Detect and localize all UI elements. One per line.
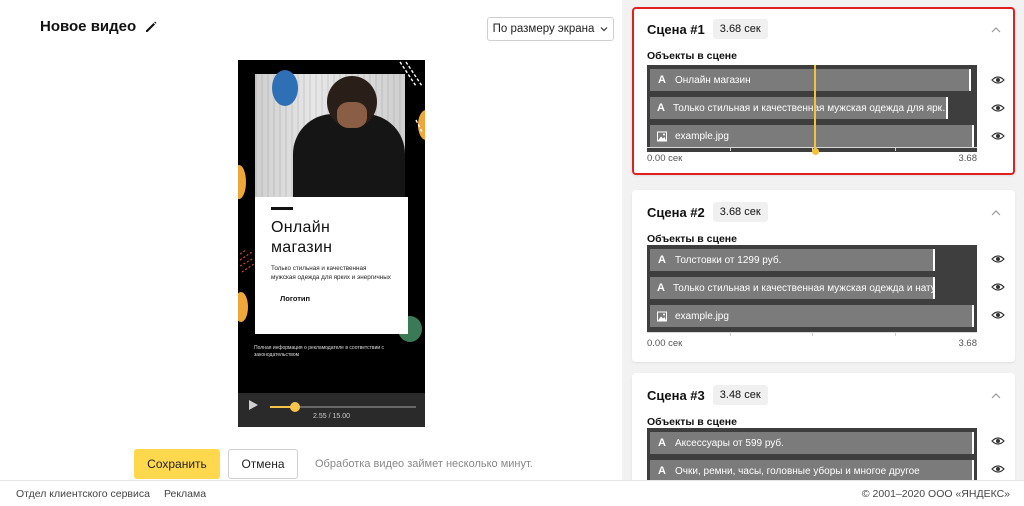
card-subtitle: Только стильная и качественная мужская о… xyxy=(271,265,391,281)
scale-start: 0.00 сек xyxy=(647,153,683,164)
cancel-button[interactable]: Отмена xyxy=(228,449,298,479)
eye-icon[interactable] xyxy=(991,131,1005,141)
objects-label: Объекты в сцене xyxy=(647,233,737,245)
objects-label: Объекты в сцене xyxy=(647,50,737,62)
play-icon[interactable] xyxy=(248,400,258,410)
scale-tick xyxy=(729,148,731,151)
white-dashes-decor xyxy=(399,61,423,133)
layer-label: Онлайн магазин xyxy=(675,74,751,86)
scene-duration: 3.68 сек xyxy=(712,19,768,39)
fit-select[interactable]: По размеру экрана xyxy=(487,17,614,41)
layer-label: example.jpg xyxy=(675,130,729,142)
orange-blob-left xyxy=(238,165,246,199)
scale-end: 3.68 xyxy=(958,338,978,349)
scale-start: 0.00 сек xyxy=(647,338,683,349)
playhead-handle[interactable] xyxy=(811,148,819,155)
timeline-layer[interactable]: example.jpg xyxy=(650,305,974,327)
scale-tick xyxy=(729,333,731,336)
text-icon: A xyxy=(657,282,665,294)
fit-select-value: По размеру экрана xyxy=(492,23,595,35)
processing-hint: Обработка видео займет несколько минут. xyxy=(315,458,533,470)
timeline-layer[interactable]: A Только стильная и качественная мужская… xyxy=(650,277,936,299)
timeline-layer[interactable]: A Аксессуары от 599 руб. xyxy=(650,432,974,454)
footer-link-support[interactable]: Отдел клиентского сервиса xyxy=(16,488,150,500)
text-icon: A xyxy=(658,74,666,86)
footer-copyright: © 2001–2020 ООО «ЯНДЕКС» xyxy=(861,488,1010,500)
footer-link-ads[interactable]: Реклама xyxy=(164,488,206,500)
scale-tick xyxy=(812,333,813,336)
title-row: Новое видео xyxy=(40,18,158,35)
eye-icon[interactable] xyxy=(991,282,1005,292)
eye-icon[interactable] xyxy=(991,436,1005,446)
pencil-icon[interactable] xyxy=(144,20,158,34)
objects-label: Объекты в сцене xyxy=(647,416,737,428)
progress-track[interactable] xyxy=(270,402,416,412)
scene-timeline: A Онлайн магазин A Только стильная и кач… xyxy=(647,65,977,152)
eye-icon[interactable] xyxy=(991,464,1005,474)
scene-card-2[interactable]: Сцена #2 3.68 сек Объекты в сцене A Толс… xyxy=(632,190,1015,362)
scale-tick xyxy=(894,333,896,336)
timeline-layer[interactable]: example.jpg xyxy=(650,125,974,147)
scene-card-3[interactable]: Сцена #3 3.48 сек Объекты в сцене A Аксе… xyxy=(632,373,1015,480)
eye-icon[interactable] xyxy=(991,310,1005,320)
text-icon: A xyxy=(658,254,666,266)
chevron-up-icon[interactable] xyxy=(991,27,1001,33)
legal-text: Полная информация о рекламодателе в соот… xyxy=(254,345,385,358)
card-logo: Логотип xyxy=(280,294,311,303)
time-readout: 2.55 / 15.00 xyxy=(313,413,350,420)
scene-title: Сцена #1 xyxy=(647,21,705,37)
save-button[interactable]: Сохранить xyxy=(134,449,220,479)
layer-label: Толстовки от 1299 руб. xyxy=(675,254,782,266)
scene-title: Сцена #2 xyxy=(647,204,705,220)
scale-end: 3.68 xyxy=(958,153,978,164)
scene-timeline: A Аксессуары от 599 руб. A Очки, ремни, … xyxy=(647,428,977,480)
video-preview: Онлайн магазин Только стильная и качеств… xyxy=(238,60,425,427)
red-dashes-decor xyxy=(239,250,255,273)
layer-label: example.jpg xyxy=(675,310,729,322)
scene-duration: 3.48 сек xyxy=(712,385,768,405)
blue-blob xyxy=(272,70,298,106)
text-icon: A xyxy=(658,437,666,449)
chevron-up-icon[interactable] xyxy=(991,210,1001,216)
card-title: Онлайн магазин xyxy=(271,219,333,256)
eye-icon[interactable] xyxy=(991,75,1005,85)
image-icon xyxy=(657,131,667,141)
page-title: Новое видео xyxy=(40,18,137,35)
timeline-layer[interactable]: A Очки, ремни, часы, головные уборы и мн… xyxy=(650,460,974,480)
eye-icon[interactable] xyxy=(991,254,1005,264)
scene-title: Сцена #3 xyxy=(647,387,705,403)
layer-label: Очки, ремни, часы, головные уборы и мног… xyxy=(675,465,920,477)
text-icon: A xyxy=(657,102,665,114)
scenes-panel: Сцена #1 3.68 сек Объекты в сцене A Онла… xyxy=(622,0,1024,480)
progress-knob[interactable] xyxy=(289,402,300,412)
timeline-layer[interactable]: A Толстовки от 1299 руб. xyxy=(650,249,936,271)
text-icon: A xyxy=(658,465,666,477)
eye-icon[interactable] xyxy=(991,103,1005,113)
scene-timeline: A Толстовки от 1299 руб. A Только стильн… xyxy=(647,245,977,332)
orange-blob-bottom xyxy=(238,292,248,322)
player-controls: 2.55 / 15.00 xyxy=(238,393,425,427)
chevron-down-icon xyxy=(600,27,608,32)
timeline-layer[interactable]: A Только стильная и качественная мужская… xyxy=(650,97,949,119)
scene-duration: 3.68 сек xyxy=(712,202,768,222)
scale-tick xyxy=(894,148,896,151)
preview-card: Онлайн магазин Только стильная и качеств… xyxy=(255,197,408,334)
layer-label: Только стильная и качественная мужская о… xyxy=(672,102,949,114)
scene-card-1[interactable]: Сцена #1 3.68 сек Объекты в сцене A Онла… xyxy=(632,7,1015,175)
chevron-up-icon[interactable] xyxy=(991,393,1001,399)
image-icon xyxy=(657,311,667,321)
playhead-line[interactable] xyxy=(814,65,817,151)
layer-label: Только стильная и качественная мужская о… xyxy=(672,282,933,294)
layer-label: Аксессуары от 599 руб. xyxy=(675,437,784,449)
time-scale: 0.00 сек 3.68 xyxy=(647,332,977,350)
footer: Отдел клиентского сервиса Реклама © 2001… xyxy=(0,480,1024,506)
timeline-layer[interactable]: A Онлайн магазин xyxy=(650,69,971,91)
